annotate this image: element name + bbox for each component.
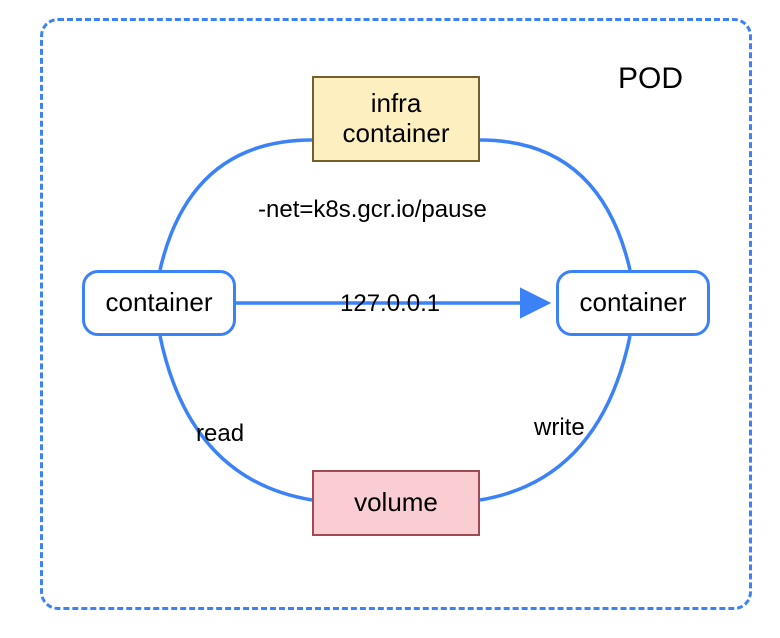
edge-infra-to-right: [480, 140, 630, 270]
node-volume: volume: [312, 470, 480, 536]
edge-label-net: -net=k8s.gcr.io/pause: [258, 196, 487, 224]
edge-label-read: read: [196, 420, 244, 448]
node-container-right: container: [556, 270, 710, 336]
edge-label-write: write: [534, 414, 585, 442]
node-infra-container: infra container: [312, 76, 480, 162]
edge-left-to-volume: [160, 336, 312, 500]
node-container-left: container: [82, 270, 236, 336]
edge-label-localhost: 127.0.0.1: [340, 290, 440, 318]
